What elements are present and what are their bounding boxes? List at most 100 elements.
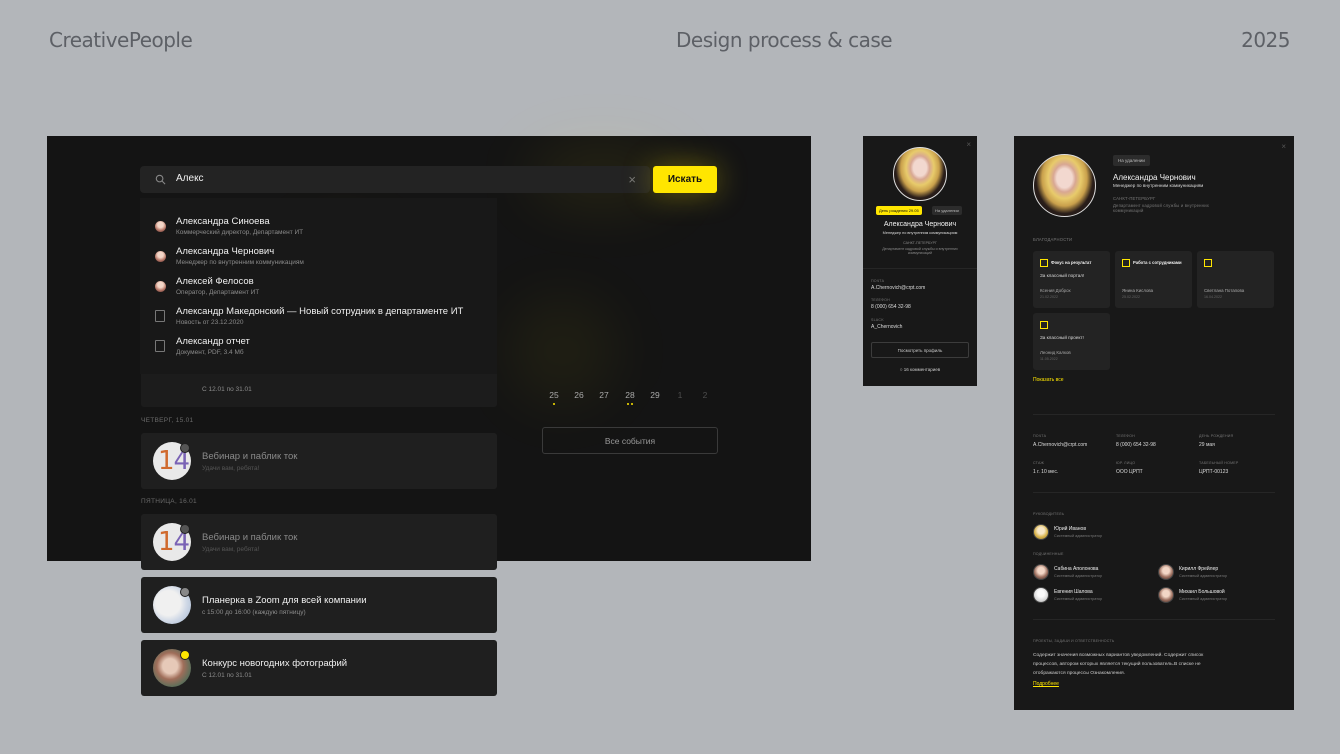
avatar <box>1158 564 1174 580</box>
field-label: ТАБЕЛЬНЫЙ НОМЕР <box>1199 461 1239 465</box>
comments-link[interactable]: ○ 16 комментариев <box>863 367 977 372</box>
news-icon <box>155 310 165 322</box>
avatar <box>1033 154 1096 217</box>
calendar-day[interactable]: 27 <box>597 390 611 400</box>
field-label: ДЕНЬ РОЖДЕНИЯ <box>1199 434 1234 438</box>
calendar-day[interactable]: 28 <box>623 390 637 400</box>
thanks-author: Светлана Потапова <box>1204 288 1245 293</box>
projects-text: Содержит значения возможных вариантов ув… <box>1033 653 1204 658</box>
avatar <box>1033 524 1049 540</box>
result-subtitle: Коммерческий директор, Департамент ИТ <box>176 229 304 236</box>
all-events-button[interactable]: Все события <box>542 427 718 454</box>
calendar-day[interactable]: 26 <box>572 390 586 400</box>
thanks-card[interactable]: Работа с сотрудниками Янина Кислова 25.0… <box>1115 251 1192 308</box>
profile-city: САНКТ-ПЕТЕРБУРГ <box>1113 196 1156 201</box>
result-title: Александра Чернович <box>176 246 275 257</box>
result-subtitle: Менеджер по внутренним коммуникациям <box>176 259 304 266</box>
award-icon <box>1204 259 1212 267</box>
result-title: Александр отчет <box>176 336 250 347</box>
search-button[interactable]: Искать <box>653 166 717 193</box>
event-card[interactable]: 14 Вебинар и паблик ток Удачи вам, ребят… <box>141 433 497 489</box>
year-label: 2025 <box>1241 28 1290 52</box>
avatar <box>1033 587 1049 603</box>
thanks-card[interactable]: Фокус на результат За классный портал! К… <box>1033 251 1110 308</box>
thanks-card[interactable]: За классный проект! Леонид Калков 11.05.… <box>1033 313 1110 370</box>
search-bar[interactable]: Алекс × <box>140 166 650 193</box>
thanks-label: БЛАГОДАРНОСТИ <box>1033 237 1073 242</box>
thanks-date: 11.05.2022 <box>1040 357 1058 361</box>
thanks-author: Янина Кислова <box>1122 288 1154 293</box>
person-name[interactable]: Михаил Большовой <box>1179 589 1225 595</box>
field-label: СТАЖ <box>1033 461 1045 465</box>
person-role: Системный администратор <box>1054 597 1103 601</box>
award-icon <box>1040 259 1048 267</box>
slack-value[interactable]: A_Chernovich <box>871 324 902 330</box>
person-name[interactable]: Сабина Аполонова <box>1054 566 1098 572</box>
event-marker <box>627 403 629 405</box>
status-dot <box>180 524 190 534</box>
result-subtitle: Документ, PDF, 3.4 Мб <box>176 349 244 356</box>
field-label: ТЕЛЕФОН <box>1116 434 1135 438</box>
close-icon[interactable]: × <box>1281 142 1286 151</box>
subordinates-label: ПОДЧИНЕННЫЕ <box>1033 552 1064 556</box>
avatar <box>1033 564 1049 580</box>
section-date: ПЯТНИЦА, 16.01 <box>141 498 197 505</box>
event-title: Конкурс новогодних фотографий <box>202 658 348 669</box>
thanks-card[interactable]: Светлана Потапова 16.04.2022 <box>1197 251 1274 308</box>
profile-department: Департамент кадровой службы и внутренних… <box>882 247 958 255</box>
search-input[interactable]: Алекс <box>176 173 204 184</box>
tenure-value: 1 г. 10 мес. <box>1033 469 1059 475</box>
avatar <box>155 221 166 232</box>
view-profile-button[interactable]: Посмотреть профиль <box>871 342 969 358</box>
result-title: Александра Синоева <box>176 216 270 227</box>
person-role: Системный администратор <box>1054 534 1103 538</box>
birthday-value: 29 мая <box>1199 442 1215 448</box>
event-card[interactable]: 14 Вебинар и паблик ток Удачи вам, ребят… <box>141 514 497 570</box>
status-dot <box>180 650 190 660</box>
email-value[interactable]: A.Chernovich@crpt.com <box>1033 442 1087 448</box>
status-dot <box>180 443 190 453</box>
person-name[interactable]: Кирилл Фрейлер <box>1179 566 1218 572</box>
result-subtitle: Новость от 23.12.2020 <box>176 319 244 326</box>
projects-text: процессов, автором которых является теку… <box>1033 662 1201 667</box>
entity-value: ООО ЦРПТ <box>1116 469 1143 475</box>
thanks-date: 25.02.2022 <box>1122 295 1140 299</box>
close-icon[interactable]: × <box>966 140 971 149</box>
field-label: ЮР. ЛИЦО <box>1116 461 1136 465</box>
more-link[interactable]: Подробнее <box>1033 681 1059 687</box>
event-card[interactable]: Конкурс новогодних фотографий С 12.01 по… <box>141 640 497 696</box>
calendar-day[interactable]: 1 <box>673 390 687 400</box>
calendar-day[interactable]: 2 <box>698 390 712 400</box>
comments-count: 16 комментариев <box>903 367 941 372</box>
person-role: Системный администратор <box>1054 574 1103 578</box>
thanks-author: Леонид Калков <box>1040 350 1071 355</box>
profile-panel-large: × На удалении Александра Чернович Менедж… <box>1014 136 1294 710</box>
profile-popup-small: × День рождения 29.05 На удалении Алекса… <box>863 136 977 386</box>
email-value[interactable]: A.Chernovich@crpt.com <box>871 285 925 291</box>
award-icon <box>1040 321 1048 329</box>
event-marker <box>553 403 555 405</box>
result-subtitle: Оператор, Департамент ИТ <box>176 289 260 296</box>
divider <box>1033 414 1275 415</box>
avatar <box>155 251 166 262</box>
status-dot <box>180 587 190 597</box>
thanks-author: Ксения Доброх <box>1040 288 1071 293</box>
projects-text: отображаются процессы Ознакомления. <box>1033 671 1126 676</box>
calendar-day[interactable]: 29 <box>648 390 662 400</box>
calendar-day[interactable]: 25 <box>547 390 561 400</box>
field-label: ТЕЛЕФОН <box>871 298 890 302</box>
clear-icon[interactable]: × <box>628 172 636 187</box>
profile-name: Александра Чернович <box>1113 173 1196 182</box>
status-badge: На удалении <box>932 206 962 215</box>
profile-role: Менеджер по внутренним коммуникациям <box>1113 183 1204 188</box>
phone-value[interactable]: 8 (000) 654 32-98 <box>1116 442 1156 448</box>
phone-value[interactable]: 8 (000) 654 32-98 <box>871 304 911 310</box>
person-name[interactable]: Евгения Шалова <box>1054 589 1093 595</box>
event-subtitle: с 15:00 до 16:00 (каждую пятницу) <box>202 609 306 616</box>
avatar <box>893 147 947 201</box>
event-card[interactable]: Планерка в Zoom для всей компании с 15:0… <box>141 577 497 633</box>
show-all-link[interactable]: Показать все <box>1033 377 1064 383</box>
projects-label: ПРОЕКТЫ, ЗАДАЧИ И ОТВЕТСТВЕННОСТЬ <box>1033 639 1115 643</box>
person-name[interactable]: Юрий Иванов <box>1054 526 1086 532</box>
profile-department: Департамент кадровой службы и внутренних… <box>1113 203 1210 213</box>
